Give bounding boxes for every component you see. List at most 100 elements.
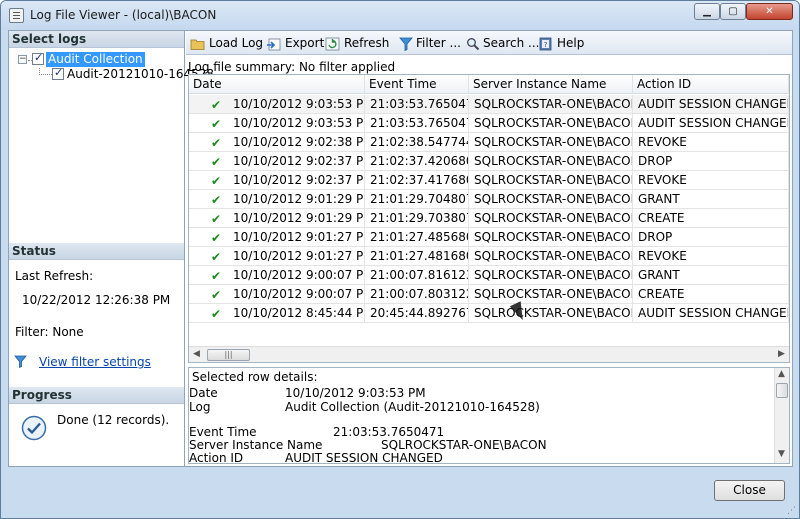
- maximize-button[interactable]: ▢: [720, 3, 746, 20]
- table-row[interactable]: ✔ 10/10/2012 9:03:53 PM21:03:53.7650471SQ…: [189, 114, 789, 133]
- view-filter-settings-link[interactable]: View filter settings: [39, 355, 151, 369]
- scroll-up-icon[interactable]: ▲: [778, 369, 785, 379]
- cell-action-id: REVOKE: [633, 171, 789, 190]
- load-log-button[interactable]: Load Log: [190, 34, 263, 52]
- horizontal-scrollbar[interactable]: ◀ ||| ▶: [189, 346, 789, 362]
- cell-event-time: 21:02:37.4176803: [365, 171, 469, 190]
- search-button[interactable]: Search ...: [466, 34, 539, 52]
- last-refresh-label: Last Refresh:: [15, 269, 94, 283]
- load-log-label: Load Log: [209, 36, 264, 50]
- row-date-text: 10/10/2012 9:00:07 PM: [233, 287, 365, 301]
- table-row[interactable]: ✔ 10/10/2012 9:02:38 PM21:02:38.5477449SQ…: [189, 133, 789, 152]
- scroll-right-icon[interactable]: ▶: [778, 349, 785, 359]
- cell-date: ✔ 10/10/2012 9:01:29 PM: [189, 190, 365, 209]
- row-date-text: 10/10/2012 9:03:53 PM: [233, 97, 365, 111]
- cell-date: ✔ 10/10/2012 9:01:27 PM: [189, 247, 365, 266]
- cell-action-id: AUDIT SESSION CHANGED: [633, 114, 789, 133]
- export-label: Export: [285, 36, 325, 50]
- log-file-summary: Log file summary: No filter applied: [188, 60, 396, 74]
- details-scroll-thumb[interactable]: [776, 383, 788, 398]
- tree-item-audit-collection[interactable]: Audit Collection: [46, 52, 145, 67]
- table-row[interactable]: ✔ 10/10/2012 9:00:07 PM21:00:07.8031228SQ…: [189, 285, 789, 304]
- cell-action-id: CREATE: [633, 209, 789, 228]
- refresh-button[interactable]: Refresh: [325, 34, 389, 52]
- cell-action-id: REVOKE: [633, 247, 789, 266]
- audit-log-checkbox[interactable]: [52, 66, 64, 80]
- minimize-button[interactable]: ▁: [694, 3, 720, 20]
- progress-text: Done (12 records).: [57, 413, 170, 427]
- row-date-text: 10/10/2012 9:01:29 PM: [233, 192, 365, 206]
- row-success-check-icon: ✔: [211, 117, 222, 131]
- scroll-down-icon[interactable]: ▼: [778, 449, 785, 459]
- details-date-label: Date: [189, 386, 218, 400]
- selected-row-details: Selected row details: Date 10/10/2012 9:…: [188, 367, 790, 464]
- window-close-button[interactable]: ✕: [746, 3, 793, 20]
- details-vertical-scrollbar[interactable]: ▲ ▼: [774, 368, 789, 463]
- last-refresh-value: 10/22/2012 12:26:38 PM: [22, 293, 171, 307]
- cell-server-instance: SQLROCKSTAR-ONE\BACON: [469, 133, 633, 152]
- column-header-date[interactable]: Date: [189, 75, 365, 94]
- row-success-check-icon: ✔: [211, 136, 222, 150]
- cell-date: ✔ 10/10/2012 9:00:07 PM: [189, 285, 365, 304]
- cell-action-id: CREATE: [633, 285, 789, 304]
- cell-date: ✔ 10/10/2012 9:01:29 PM: [189, 209, 365, 228]
- cell-action-id: AUDIT SESSION CHANGED: [633, 304, 789, 323]
- audit-collection-checkbox[interactable]: [32, 51, 44, 65]
- table-row[interactable]: ✔ 10/10/2012 9:01:27 PM21:01:27.4856804SQ…: [189, 228, 789, 247]
- cell-action-id: AUDIT SESSION CHANGED: [633, 95, 789, 114]
- tree-collapse-icon[interactable]: −: [18, 55, 27, 64]
- export-icon: [267, 38, 281, 50]
- details-header: Selected row details:: [192, 370, 318, 384]
- row-date-text: 10/10/2012 8:45:44 PM: [233, 306, 365, 320]
- title-bar[interactable]: Log File Viewer - (local)\BACON ▁ ▢ ✕: [1, 1, 799, 30]
- details-server-value: SQLROCKSTAR-ONE\BACON: [381, 438, 547, 452]
- help-book-icon: ?: [539, 37, 552, 50]
- export-button[interactable]: Export: [266, 34, 324, 52]
- cell-event-time: 20:45:44.8927672: [365, 304, 469, 323]
- cell-event-time: 21:01:29.7038073: [365, 209, 469, 228]
- row-date-text: 10/10/2012 9:02:37 PM: [233, 173, 365, 187]
- filter-label: Filter ...: [416, 36, 461, 50]
- scroll-thumb[interactable]: |||: [207, 349, 250, 361]
- scroll-left-icon[interactable]: ◀: [193, 349, 200, 359]
- column-header-server-instance[interactable]: Server Instance Name: [469, 75, 633, 94]
- row-success-check-icon: ✔: [211, 98, 222, 112]
- table-row[interactable]: ✔ 10/10/2012 9:01:29 PM21:01:29.7038073SQ…: [189, 209, 789, 228]
- filter-button[interactable]: Filter ...: [399, 34, 461, 52]
- help-label: Help: [557, 36, 585, 50]
- search-label: Search ...: [483, 36, 540, 50]
- cell-action-id: GRANT: [633, 266, 789, 285]
- table-row[interactable]: ✔ 10/10/2012 9:02:37 PM21:02:37.4176803SQ…: [189, 171, 789, 190]
- table-row[interactable]: ✔ 10/10/2012 9:01:29 PM21:01:29.7048073SQ…: [189, 190, 789, 209]
- filter-status: Filter: None: [15, 325, 84, 339]
- details-action-label: Action ID: [189, 451, 244, 464]
- row-success-check-icon: ✔: [211, 250, 222, 264]
- row-date-text: 10/10/2012 9:02:38 PM: [233, 135, 365, 149]
- table-row[interactable]: ✔ 10/10/2012 9:00:07 PM21:00:07.8161235SQ…: [189, 266, 789, 285]
- table-row[interactable]: ✔ 10/10/2012 9:02:37 PM21:02:37.4206804SQ…: [189, 152, 789, 171]
- right-pane: Load Log Export Refresh Filter ... Searc…: [186, 31, 792, 466]
- row-date-text: 10/10/2012 9:02:37 PM: [233, 154, 365, 168]
- cell-server-instance: SQLROCKSTAR-ONE\BACON: [469, 304, 633, 323]
- table-row[interactable]: ✔ 10/10/2012 9:03:53 PM21:03:53.7650471SQ…: [189, 95, 789, 114]
- column-header-action-id[interactable]: Action ID: [633, 75, 789, 94]
- cell-server-instance: SQLROCKSTAR-ONE\BACON: [469, 285, 633, 304]
- cell-server-instance: SQLROCKSTAR-ONE\BACON: [469, 190, 633, 209]
- cell-event-time: 21:02:37.4206804: [365, 152, 469, 171]
- log-viewer-app-icon: [9, 8, 24, 23]
- log-tree[interactable]: − Audit Collection Audit-20121010-164528: [9, 49, 214, 241]
- cell-event-time: 21:00:07.8031228: [365, 285, 469, 304]
- cell-date: ✔ 10/10/2012 9:02:37 PM: [189, 152, 365, 171]
- help-button[interactable]: ? Help: [538, 34, 584, 52]
- column-header-event-time[interactable]: Event Time: [365, 75, 469, 94]
- cell-server-instance: SQLROCKSTAR-ONE\BACON: [469, 228, 633, 247]
- resize-grip-icon[interactable]: ⋰: [787, 506, 797, 516]
- close-button[interactable]: Close: [714, 480, 785, 501]
- refresh-label: Refresh: [344, 36, 390, 50]
- table-row[interactable]: ✔ 10/10/2012 9:01:27 PM21:01:27.4816802SQ…: [189, 247, 789, 266]
- log-grid[interactable]: Date Event Time Server Instance Name Act…: [188, 74, 790, 363]
- left-pane: Select logs − Audit Collection Audit-201…: [9, 31, 214, 466]
- cell-server-instance: SQLROCKSTAR-ONE\BACON: [469, 114, 633, 133]
- table-row[interactable]: ✔ 10/10/2012 8:45:44 PM20:45:44.8927672SQ…: [189, 304, 789, 323]
- details-action-value: AUDIT SESSION CHANGED: [285, 451, 443, 464]
